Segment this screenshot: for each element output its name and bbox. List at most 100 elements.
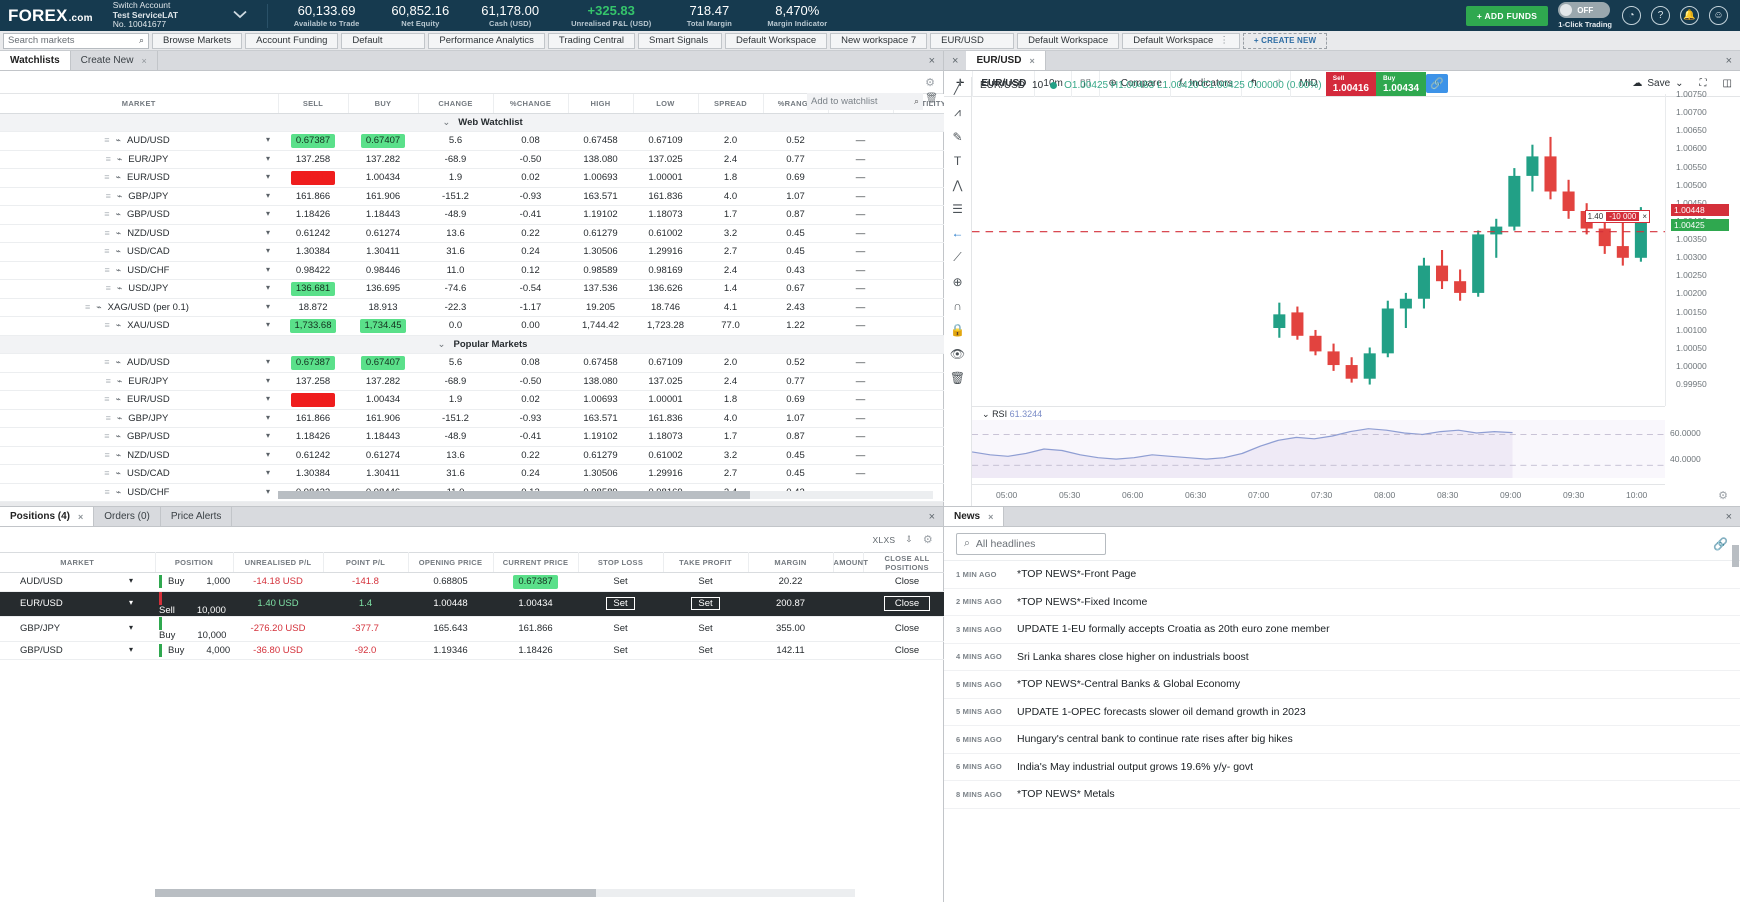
nav-tab-4[interactable]: Trading Central: [548, 33, 635, 49]
set-stop-loss-button[interactable]: Set: [613, 576, 627, 587]
sell-cell[interactable]: 136.681: [278, 280, 348, 299]
watchlist-panel-close-button[interactable]: ×: [921, 51, 943, 70]
market-cell[interactable]: ≡⌁EUR/USD▾: [0, 169, 278, 188]
chart-icon[interactable]: ⌁: [116, 172, 121, 182]
buy-cell[interactable]: 1.30411: [348, 465, 418, 484]
chart-area[interactable]: EUR/USD 10 O1.00425 H1.00463 L1.00420 C1…: [972, 77, 1740, 506]
sell-cell[interactable]: 137.258: [278, 150, 348, 169]
attachment-icon[interactable]: 🔗: [1713, 537, 1728, 551]
table-row[interactable]: EUR/USD▾Sell10,0001.40 USD1.41.004481.00…: [0, 591, 951, 616]
positions-horizontal-scrollbar[interactable]: [155, 889, 855, 897]
add-funds-button[interactable]: + ADD FUNDS: [1466, 6, 1548, 26]
row-menu-caret-icon[interactable]: ▾: [266, 154, 270, 163]
close-cell[interactable]: Close: [863, 591, 951, 616]
row-menu-caret-icon[interactable]: ▾: [129, 598, 133, 607]
sell-cell[interactable]: 0.61242: [278, 446, 348, 465]
news-headline[interactable]: *TOP NEWS*-Front Page: [1017, 568, 1136, 580]
take-profit-cell[interactable]: Set: [663, 616, 748, 641]
watchlist-horizontal-scrollbar[interactable]: [278, 491, 933, 499]
brush-icon[interactable]: ✎: [952, 130, 962, 144]
market-cell[interactable]: ≡⌁XAG/USD (per 0.1)▾: [0, 298, 278, 317]
set-stop-loss-button[interactable]: Set: [606, 597, 634, 610]
chart-close-button[interactable]: ×: [1718, 51, 1740, 70]
tab-chart-eurusd[interactable]: EUR/USD×: [966, 51, 1045, 70]
row-menu-caret-icon[interactable]: ▾: [266, 228, 270, 237]
order-close-icon[interactable]: ×: [1642, 212, 1647, 221]
sell-cell[interactable]: 0.98422: [278, 261, 348, 280]
export-xlxs-button[interactable]: XLXS: [872, 535, 895, 545]
row-menu-caret-icon[interactable]: ▾: [266, 450, 270, 459]
nav-tab-5[interactable]: Smart Signals: [638, 33, 722, 49]
stop-loss-cell[interactable]: Set: [578, 641, 663, 660]
sell-cell[interactable]: 137.258: [278, 372, 348, 391]
drag-handle-icon[interactable]: ≡: [106, 376, 111, 386]
buy-cell[interactable]: 137.282: [348, 372, 418, 391]
drag-handle-icon[interactable]: ≡: [106, 283, 111, 293]
sell-cell[interactable]: 0.67387: [278, 132, 348, 151]
one-click-toggle[interactable]: OFF: [1558, 2, 1610, 18]
news-item[interactable]: 6 MINS AGOIndia's May industrial output …: [944, 754, 1740, 782]
row-menu-caret-icon[interactable]: ▾: [266, 468, 270, 477]
nav-tab-10[interactable]: Default Workspace⋮: [1122, 33, 1240, 49]
search-markets-input[interactable]: Search markets ⌕: [3, 33, 149, 49]
col-spread[interactable]: SPREAD: [698, 94, 763, 113]
chart-icon[interactable]: ⌁: [116, 450, 121, 460]
market-cell[interactable]: ≡⌁EUR/JPY▾: [0, 372, 278, 391]
drag-handle-icon[interactable]: ≡: [104, 468, 109, 478]
watchlist-row[interactable]: ≡⌁USD/CHF▾0.984220.9844611.00.120.985890…: [0, 261, 953, 280]
table-row[interactable]: AUD/USD▾Buy1,000-14.18 USD-141.80.688050…: [0, 573, 951, 592]
row-menu-caret-icon[interactable]: ▾: [266, 191, 270, 200]
account-info[interactable]: Switch Account Test ServiceLAT No. 10041…: [113, 1, 223, 30]
sell-cell[interactable]: 161.866: [278, 409, 348, 428]
tab-orders[interactable]: Orders (0): [94, 507, 161, 526]
buy-cell[interactable]: 1.18443: [348, 206, 418, 225]
market-cell[interactable]: ≡⌁USD/CAD▾: [0, 243, 278, 262]
watchlist-row[interactable]: ≡⌁AUD/USD▾0.673870.674075.60.080.674580.…: [0, 132, 953, 151]
close-icon[interactable]: ×: [78, 512, 83, 522]
news-item[interactable]: 3 MINS AGOUPDATE 1-EU formally accepts C…: [944, 616, 1740, 644]
sell-cell[interactable]: 1.00416: [278, 169, 348, 188]
close-cell[interactable]: Close: [863, 616, 951, 641]
sell-cell[interactable]: 1.30384: [278, 243, 348, 262]
set-take-profit-button[interactable]: Set: [698, 576, 712, 587]
watchlist-row[interactable]: ≡⌁XAU/USD▾1,733.681,734.450.00.001,744.4…: [0, 317, 953, 336]
watchlist-row[interactable]: ≡⌁USD/CAD▾1.303841.3041131.60.241.305061…: [0, 465, 953, 484]
market-cell[interactable]: ≡⌁USD/JPY▾: [0, 280, 278, 299]
market-cell[interactable]: ≡⌁GBP/USD▾: [0, 206, 278, 225]
chart-icon[interactable]: ⌁: [116, 468, 121, 478]
buy-cell[interactable]: 0.67407: [348, 132, 418, 151]
market-cell[interactable]: ≡⌁USD/CHF▾: [0, 261, 278, 280]
buy-cell[interactable]: 0.61274: [348, 224, 418, 243]
take-profit-cell[interactable]: Set: [663, 573, 748, 592]
drag-handle-icon[interactable]: ≡: [105, 450, 110, 460]
col-take-profit[interactable]: TAKE PROFIT: [663, 553, 748, 573]
row-menu-caret-icon[interactable]: ▾: [266, 265, 270, 274]
col-pct-change[interactable]: %CHANGE: [493, 94, 568, 113]
close-position-button[interactable]: Close: [895, 645, 919, 656]
drag-handle-icon[interactable]: ≡: [104, 394, 109, 404]
trash-icon[interactable]: 🗑: [950, 371, 965, 385]
arrow-left-icon[interactable]: ←: [952, 226, 964, 240]
chart-icon[interactable]: ⌁: [116, 431, 121, 441]
tab-positions[interactable]: Positions (4)×: [0, 507, 94, 526]
nav-tab-9[interactable]: Default Workspace: [1017, 33, 1119, 49]
tab-price-alerts[interactable]: Price Alerts: [161, 507, 233, 526]
col-market[interactable]: MARKET: [0, 553, 155, 573]
col-change[interactable]: CHANGE: [418, 94, 493, 113]
sell-cell[interactable]: 1.18426: [278, 206, 348, 225]
nav-tab-0[interactable]: Browse Markets: [152, 33, 242, 49]
buy-cell[interactable]: 1.18443: [348, 428, 418, 447]
watchlist-row[interactable]: ≡⌁EUR/USD▾1.004161.004341.90.021.006931.…: [0, 169, 953, 188]
col-buy[interactable]: BUY: [348, 94, 418, 113]
news-item[interactable]: 8 MINS AGO*TOP NEWS* Metals: [944, 781, 1740, 809]
news-headline[interactable]: India's May industrial output grows 19.6…: [1017, 761, 1253, 773]
sell-cell[interactable]: 1.00416: [278, 391, 348, 410]
news-headline[interactable]: Hungary's central bank to continue rate …: [1017, 733, 1293, 745]
set-take-profit-button[interactable]: Set: [691, 597, 719, 610]
watchlist-row[interactable]: ≡⌁EUR/JPY▾137.258137.282-68.9-0.50138.08…: [0, 372, 953, 391]
order-marker[interactable]: 1.40 -10 000 ×: [1585, 210, 1650, 223]
buy-cell[interactable]: 136.695: [348, 280, 418, 299]
ruler-icon[interactable]: ⟋: [953, 250, 961, 265]
close-cell[interactable]: Close: [863, 641, 951, 660]
zigzag-icon[interactable]: ⩘: [954, 105, 961, 120]
